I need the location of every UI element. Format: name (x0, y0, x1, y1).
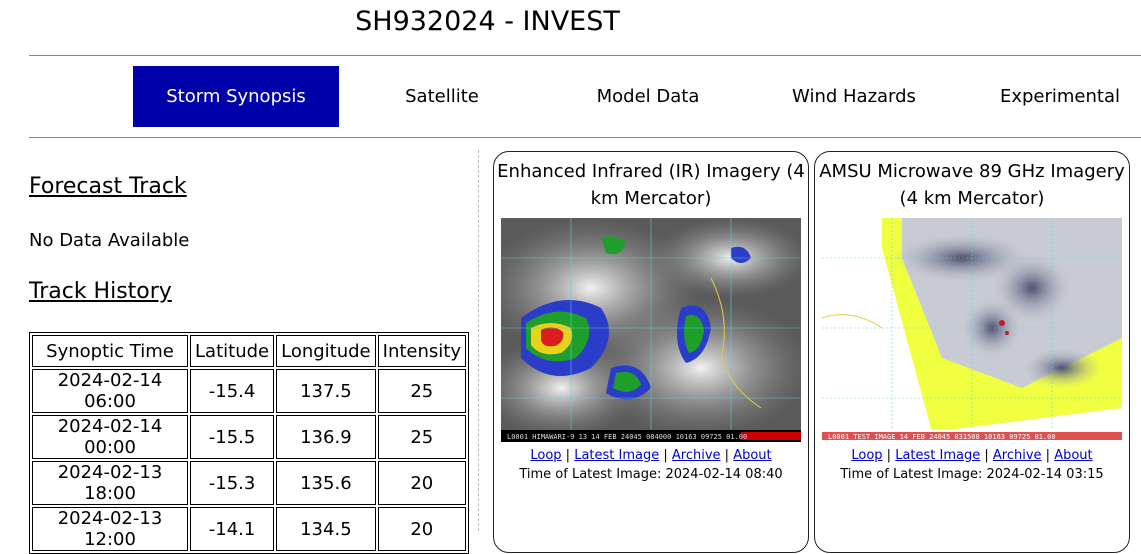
forecast-no-data: No Data Available (29, 230, 190, 251)
amsu-imagery-panel: AMSU Microwave 89 GHz Imagery (4 km Merc… (814, 151, 1130, 553)
ir-satellite-image[interactable]: L0001 HIMAWARI-9 13 14 FEB 24045 084000 … (501, 218, 801, 442)
cell-intensity: 20 (377, 461, 466, 505)
cell-longitude: 136.9 (276, 415, 376, 459)
amsu-loop-link[interactable]: Loop (851, 448, 882, 463)
cell-longitude: 134.5 (276, 507, 376, 551)
tab-storm-synopsis[interactable]: Storm Synopsis (133, 66, 339, 127)
nav-divider (29, 137, 1141, 138)
ir-imagery-panel: Enhanced Infrared (IR) Imagery (4 km Mer… (493, 151, 809, 553)
image-caption: L0001 HIMAWARI-9 13 14 FEB 24045 084000 … (507, 433, 747, 441)
amsu-panel-title: AMSU Microwave 89 GHz Imagery (4 km Merc… (819, 161, 1125, 209)
amsu-links: Loop | Latest Image | Archive | About (851, 448, 1093, 463)
cell-latitude: -15.5 (190, 415, 275, 459)
ir-archive-link[interactable]: Archive (672, 448, 721, 463)
cell-longitude: 135.6 (276, 461, 376, 505)
tab-model-data[interactable]: Model Data (545, 66, 751, 127)
table-header-row: Synoptic Time Latitude Longitude Intensi… (32, 335, 466, 367)
cell-time: 2024-02-13 18:00 (32, 461, 189, 505)
track-history-table: Synoptic Time Latitude Longitude Intensi… (29, 332, 469, 554)
cell-time: 2024-02-14 06:00 (32, 369, 189, 413)
table-row: 2024-02-13 12:00 -14.1 134.5 20 (32, 507, 466, 551)
cell-time: 2024-02-13 12:00 (32, 507, 189, 551)
ir-panel-title: Enhanced Infrared (IR) Imagery (4 km Mer… (497, 161, 805, 209)
cell-time: 2024-02-14 00:00 (32, 415, 189, 459)
col-synoptic-time: Synoptic Time (32, 335, 189, 367)
ir-about-link[interactable]: About (733, 448, 771, 463)
cell-latitude: -15.4 (190, 369, 275, 413)
ir-latest-time: Time of Latest Image: 2024-02-14 08:40 (519, 467, 783, 482)
cell-longitude: 137.5 (276, 369, 376, 413)
table-row: 2024-02-13 18:00 -15.3 135.6 20 (32, 461, 466, 505)
image-caption: L0001 TEST IMAGE 14 FEB 24045 031500 101… (828, 433, 1056, 441)
amsu-latest-image-link[interactable]: Latest Image (895, 448, 980, 463)
amsu-satellite-image[interactable]: L0001 TEST IMAGE 14 FEB 24045 031500 101… (822, 218, 1122, 442)
track-history-heading: Track History (29, 279, 172, 304)
tab-wind-hazards[interactable]: Wind Hazards (751, 66, 957, 127)
col-latitude: Latitude (190, 335, 275, 367)
amsu-archive-link[interactable]: Archive (993, 448, 1042, 463)
tab-experimental[interactable]: Experimental (957, 66, 1141, 127)
cell-latitude: -15.3 (190, 461, 275, 505)
ir-loop-link[interactable]: Loop (530, 448, 561, 463)
page-title: SH932024 - INVEST (355, 6, 620, 37)
amsu-latest-time: Time of Latest Image: 2024-02-14 03:15 (840, 467, 1104, 482)
ir-links: Loop | Latest Image | Archive | About (530, 448, 772, 463)
table-row: 2024-02-14 06:00 -15.4 137.5 25 (32, 369, 466, 413)
ir-latest-image-link[interactable]: Latest Image (574, 448, 659, 463)
cell-latitude: -14.1 (190, 507, 275, 551)
header-divider (29, 55, 1141, 56)
amsu-about-link[interactable]: About (1054, 448, 1092, 463)
col-longitude: Longitude (276, 335, 376, 367)
cell-intensity: 25 (377, 415, 466, 459)
cell-intensity: 20 (377, 507, 466, 551)
cell-intensity: 25 (377, 369, 466, 413)
tab-satellite[interactable]: Satellite (339, 66, 545, 127)
column-divider (478, 150, 479, 531)
table-row: 2024-02-14 00:00 -15.5 136.9 25 (32, 415, 466, 459)
forecast-track-heading: Forecast Track (29, 174, 187, 199)
col-intensity: Intensity (377, 335, 466, 367)
